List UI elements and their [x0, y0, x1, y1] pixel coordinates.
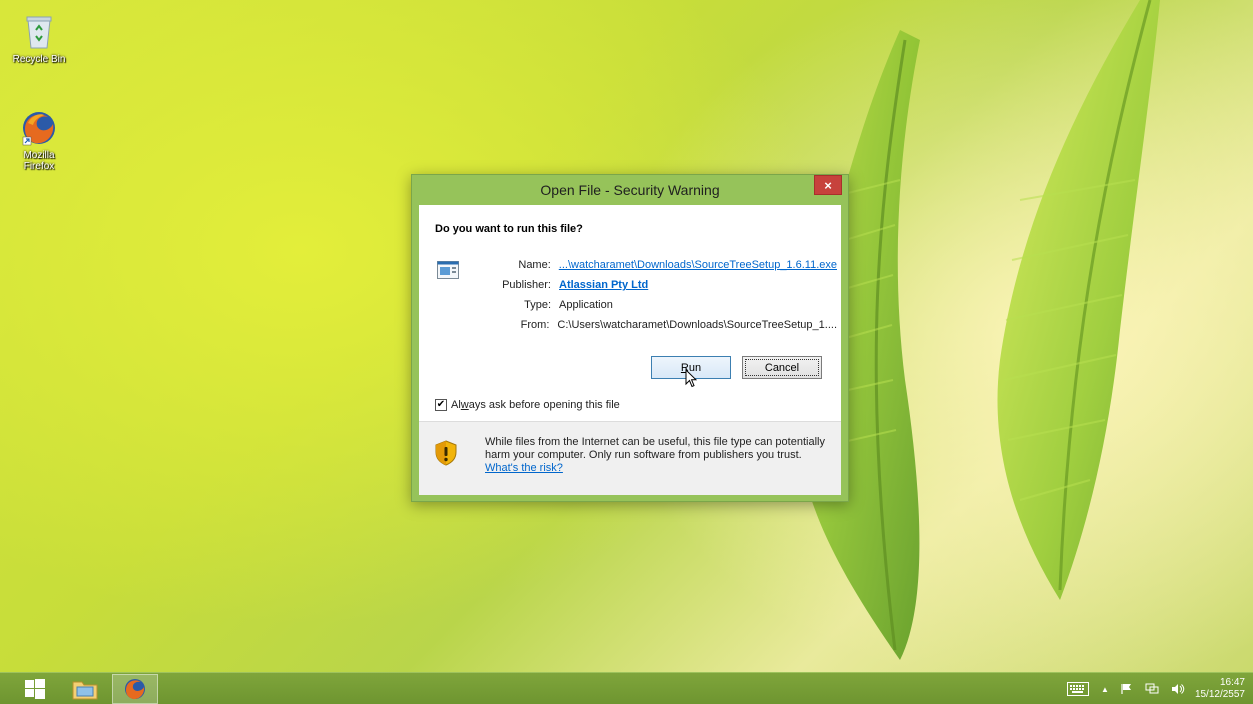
field-name-row: Name: ...\watcharamet\Downloads\SourceTr…	[489, 259, 837, 271]
firefox-label: Mozilla Firefox	[23, 150, 55, 172]
clock-time: 16:47	[1219, 677, 1245, 688]
field-publisher-row: Publisher: Atlassian Pty Ltd	[489, 279, 837, 291]
recycle-bin-icon	[19, 12, 59, 52]
action-center-flag-icon[interactable]	[1121, 683, 1133, 695]
field-from-label: From:	[520, 319, 550, 331]
desktop-icon-firefox[interactable]: Mozilla Firefox	[6, 108, 72, 172]
firefox-icon	[19, 108, 59, 148]
taskbar-file-explorer[interactable]	[62, 674, 108, 704]
field-type-row: Type: Application	[489, 299, 837, 311]
recycle-bin-label: Recycle Bin	[12, 54, 66, 65]
dialog-body: Do you want to run this file? Name: ...\…	[419, 205, 841, 495]
desktop-icon-recycle-bin[interactable]: Recycle Bin	[6, 12, 72, 65]
always-ask-checkbox[interactable]: ✔	[435, 399, 447, 411]
always-ask-row[interactable]: ✔ Always ask before opening this file	[435, 399, 620, 411]
application-file-icon	[437, 261, 459, 284]
always-ask-label: Always ask before opening this file	[451, 399, 620, 411]
firefox-taskbar-icon	[125, 679, 145, 700]
file-name-link[interactable]: ...\watcharamet\Downloads\SourceTreeSetu…	[559, 259, 837, 271]
field-name-label: Name:	[518, 259, 551, 271]
taskbar-firefox[interactable]	[112, 674, 158, 704]
folder-icon	[72, 681, 98, 700]
desktop: Recycle Bin Mozilla Firefox Open File - …	[0, 0, 1253, 704]
cancel-button[interactable]: Cancel	[742, 356, 822, 379]
windows-logo-icon	[25, 679, 45, 699]
field-from-value: C:\Users\watcharamet\Downloads\SourceTre…	[557, 319, 837, 331]
dialog-titlebar[interactable]: Open File - Security Warning ×	[412, 175, 848, 204]
whats-the-risk-link[interactable]: What's the risk?	[485, 462, 831, 475]
publisher-link[interactable]: Atlassian Pty Ltd	[559, 279, 648, 291]
warning-text: While files from the Internet can be use…	[485, 436, 825, 461]
clock-date: 15/12/2557	[1194, 689, 1245, 700]
warning-message: While files from the Internet can be use…	[485, 436, 831, 475]
security-warning-dialog: Open File - Security Warning × Do you wa…	[411, 174, 849, 502]
close-button[interactable]: ×	[814, 175, 842, 195]
field-type-label: Type:	[524, 299, 551, 311]
field-type-value: Application	[559, 299, 613, 311]
keyboard-icon[interactable]	[1067, 682, 1090, 696]
field-from-row: From: C:\Users\watcharamet\Downloads\Sou…	[489, 319, 837, 331]
taskbar-clock[interactable]: 16:47 15/12/2557	[1195, 677, 1245, 701]
dialog-question: Do you want to run this file?	[435, 223, 583, 235]
warning-panel: While files from the Internet can be use…	[419, 422, 841, 495]
field-publisher-label: Publisher:	[502, 279, 551, 291]
start-button[interactable]	[12, 674, 58, 704]
volume-icon[interactable]	[1171, 683, 1185, 695]
taskbar: ▲ 16:47 15/12/2557	[0, 672, 1253, 704]
dialog-title: Open File - Security Warning	[540, 182, 720, 198]
mouse-cursor-icon	[685, 369, 697, 388]
network-icon[interactable]	[1145, 683, 1159, 695]
shield-warning-icon	[435, 440, 457, 471]
show-hidden-icons-button[interactable]: ▲	[1101, 685, 1109, 694]
system-tray: ▲ 16:47 15/12/2557	[1061, 673, 1253, 704]
